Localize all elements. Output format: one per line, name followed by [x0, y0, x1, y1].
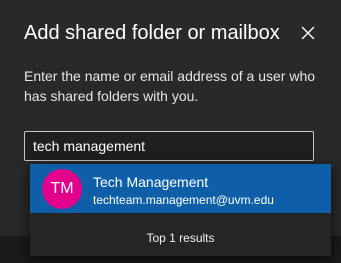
results-count: Top 1 results: [146, 231, 215, 245]
dialog-description: Enter the name or email address of a use…: [24, 68, 316, 104]
suggestions-dropdown: TM Tech Management techteam.management@u…: [30, 164, 331, 256]
avatar: TM: [42, 169, 82, 209]
dialog-title: Add shared folder or mailbox: [24, 22, 280, 44]
close-button[interactable]: [296, 21, 320, 45]
suggestion-email: techteam.management@uvm.edu: [93, 193, 274, 207]
suggestion-name: Tech Management: [93, 174, 209, 190]
search-input[interactable]: [24, 131, 314, 161]
close-icon: [301, 26, 315, 40]
suggestion-item[interactable]: TM Tech Management techteam.management@u…: [30, 164, 331, 213]
